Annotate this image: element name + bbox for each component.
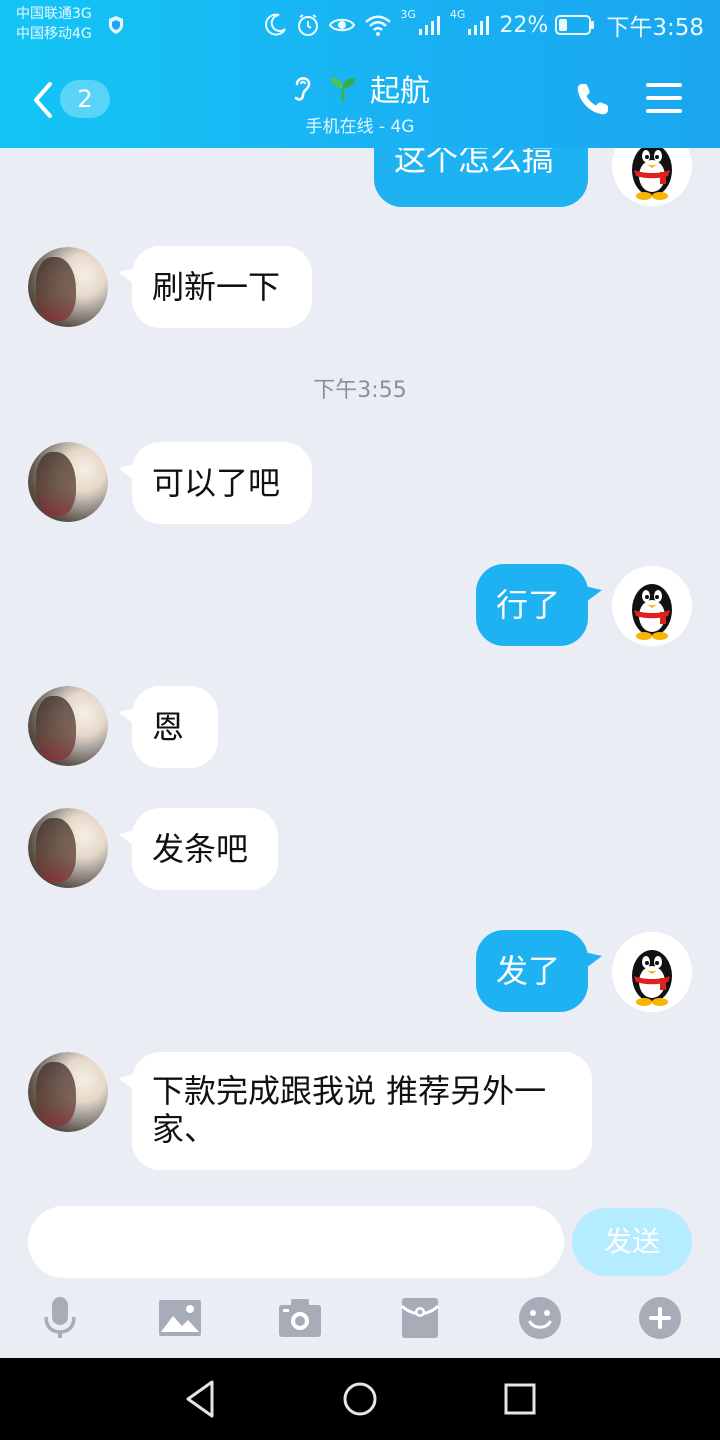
message-row: 下款完成跟我说 推荐另外一家、 [0,1052,720,1172]
message-bubble[interactable]: 下款完成跟我说 推荐另外一家、 [132,1052,592,1170]
avatar[interactable] [28,247,108,327]
chat-title: 起航 [370,74,430,109]
penguin-avatar-icon [612,566,692,646]
message-text: 恩 [152,708,185,746]
camera-button[interactable] [274,1292,326,1344]
message-bubble[interactable]: 刷新一下 [132,246,312,328]
contact-photo [28,247,108,327]
app-header: 中国联通3G 中国移动4G 3G 4G 22% 下午3:58 2 起航 手机在线… [0,0,720,148]
bubble-tail [584,586,602,602]
network-3g-label: 3G [400,8,416,21]
message-bubble[interactable]: 恩 [132,686,218,768]
contact-photo [28,1052,108,1132]
more-button[interactable] [634,1292,686,1344]
message-timestamp: 下午3:55 [313,378,407,403]
recents-square-icon[interactable] [497,1376,543,1422]
plus-icon [639,1297,681,1339]
message-row: 行了 [0,564,720,648]
voice-button[interactable] [34,1292,86,1344]
clock-time: 下午3:58 [606,15,704,41]
avatar[interactable] [612,932,692,1012]
composer: 发送 [0,1200,720,1360]
shield-icon [109,16,123,34]
chat-title-area: 起航 手机在线 - 4G [0,66,720,137]
penguin-avatar-icon [612,148,692,206]
system-navigation-bar [0,1358,720,1440]
chat-toolbar [0,1292,720,1344]
carrier-info: 中国联通3G 中国移动4G [16,4,92,44]
phone-icon[interactable] [572,80,612,120]
message-row: 恩 [0,686,720,770]
carrier-2: 中国移动4G [16,26,92,42]
message-text: 这个怎么搞 [394,148,555,178]
camera-icon [279,1299,321,1337]
message-bubble[interactable]: 发条吧 [132,808,278,890]
avatar[interactable] [28,686,108,766]
wifi-icon [365,15,392,36]
sprout-icon [330,77,356,102]
message-row: 发条吧 [0,808,720,892]
avatar[interactable] [28,442,108,522]
message-text: 发条吧 [152,830,249,868]
signal-icon [468,16,490,35]
message-text: 刷新一下 [152,268,281,306]
bubble-tail [584,952,602,968]
contact-photo [28,808,108,888]
status-icons: 3G 4G 22% 下午3:58 [262,8,704,42]
eye-icon [329,18,356,32]
message-text: 行了 [496,586,561,624]
message-row: 可以了吧 [0,442,720,526]
message-input[interactable] [28,1206,564,1278]
send-button[interactable]: 发送 [572,1208,692,1276]
message-row: 刷新一下 [0,246,720,330]
microphone-icon [44,1297,76,1338]
contact-photo [28,686,108,766]
moon-icon [265,13,287,36]
red-packet-button[interactable] [394,1292,446,1344]
status-bar: 中国联通3G 中国移动4G 3G 4G 22% 下午3:58 [0,0,720,50]
message-list[interactable]: 这个怎么搞 刷新一下 下午3:55 可以了吧 行了 恩 发条吧 发了 下款完成跟… [0,148,720,1200]
message-bubble[interactable]: 发了 [476,930,588,1012]
carrier-1: 中国联通3G [16,6,92,22]
avatar[interactable] [612,566,692,646]
message-row: 发了 [0,930,720,1014]
message-bubble[interactable]: 这个怎么搞 [374,148,588,207]
home-circle-icon[interactable] [337,1376,383,1422]
message-bubble[interactable]: 行了 [476,564,588,646]
menu-icon[interactable] [644,80,684,116]
back-triangle-icon[interactable] [178,1376,224,1422]
ear-icon[interactable] [290,71,316,105]
image-button[interactable] [154,1292,206,1344]
avatar[interactable] [28,1052,108,1132]
chat-subtitle: 手机在线 - 4G [305,117,415,137]
signal-icon [418,16,440,35]
penguin-avatar-icon [612,932,692,1012]
network-4g-label: 4G [449,8,466,21]
message-row: 这个怎么搞 [0,148,720,208]
message-text: 发了 [496,952,561,990]
avatar[interactable] [28,808,108,888]
message-bubble[interactable]: 可以了吧 [132,442,312,524]
red-packet-icon [400,1298,440,1338]
message-text: 可以了吧 [152,464,281,502]
battery-percent: 22% [499,12,549,38]
message-text: 下款完成跟我说 推荐另外一家、 [152,1072,547,1148]
image-icon [159,1300,201,1336]
contact-photo [28,442,108,522]
alarm-icon [298,14,319,36]
avatar[interactable] [612,148,692,206]
emoji-icon [519,1297,561,1339]
battery-icon [555,15,595,35]
emoji-button[interactable] [514,1292,566,1344]
